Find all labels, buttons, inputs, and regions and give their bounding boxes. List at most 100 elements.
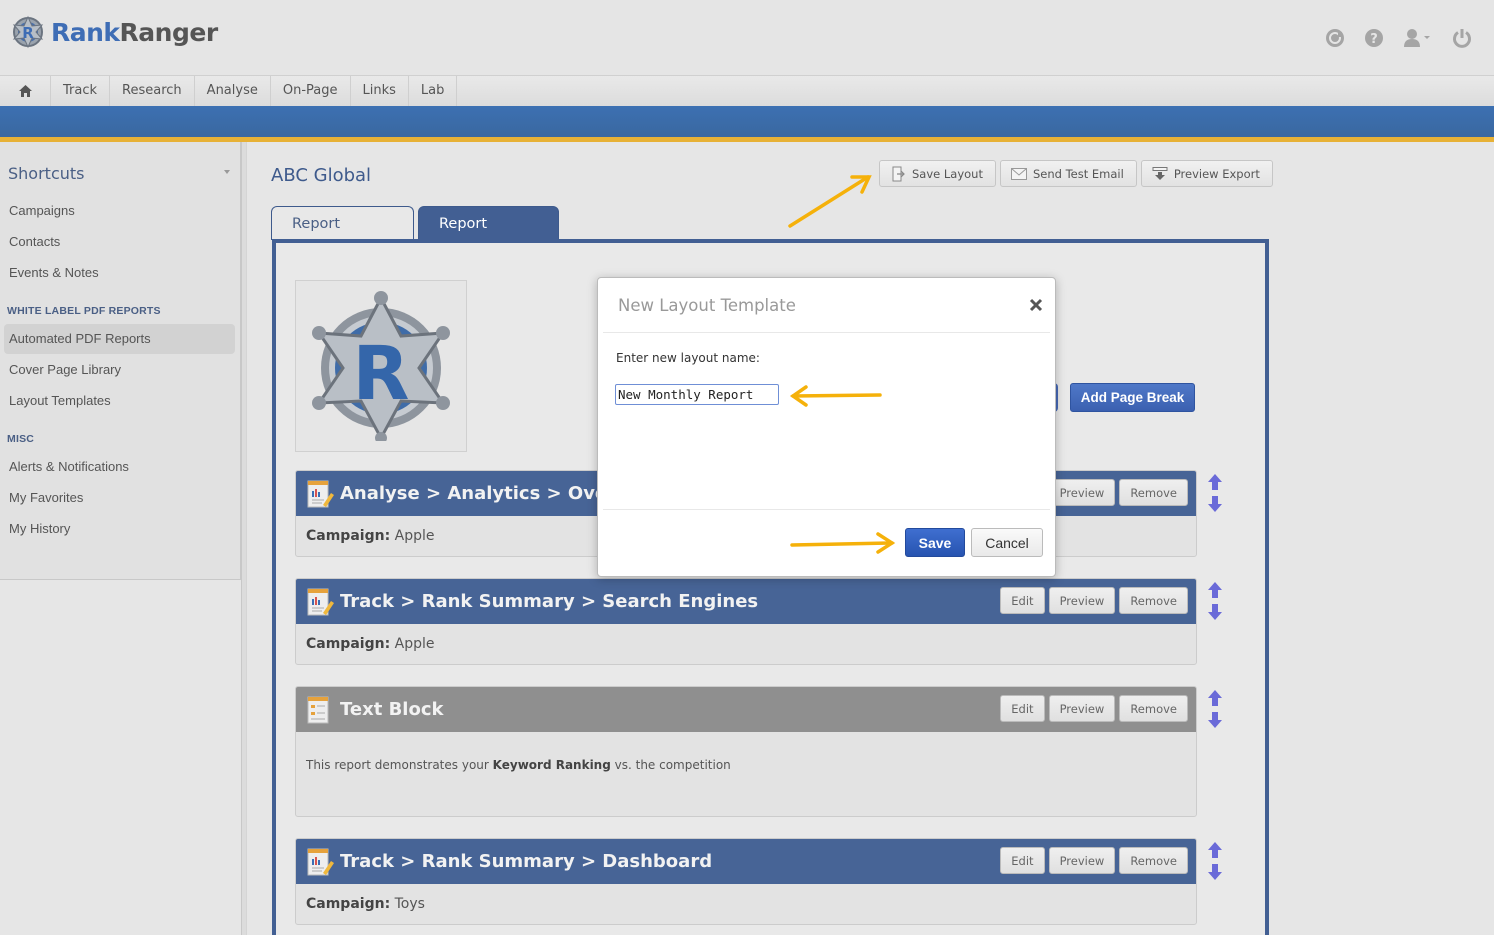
new-layout-template-dialog: New Layout Template Enter new layout nam…: [597, 277, 1056, 577]
block-actions: Edit Preview Remove: [1000, 695, 1188, 722]
report-block: Track > Rank Summary > Dashboard Edit Pr…: [295, 838, 1197, 925]
send-test-email-button[interactable]: Send Test Email: [999, 160, 1137, 187]
edit-button[interactable]: Edit: [1000, 847, 1045, 874]
caret-down-icon[interactable]: [224, 170, 230, 174]
sidebar-section-white-label: WHITE LABEL PDF REPORTS: [7, 305, 161, 317]
dialog-title: New Layout Template: [618, 296, 796, 315]
block-body: Campaign: Toys: [296, 884, 1196, 912]
nav-home[interactable]: [0, 76, 51, 106]
cover-page-thumbnail[interactable]: R: [295, 280, 467, 452]
block-header: Text Block Edit Preview Remove: [296, 687, 1196, 732]
save-button[interactable]: Save: [905, 528, 965, 557]
edit-button[interactable]: Edit: [1000, 587, 1045, 614]
text-document-icon: [307, 696, 329, 723]
block-actions: Preview Remove: [1048, 479, 1188, 506]
move-up-down-icon[interactable]: [1207, 842, 1223, 880]
main-nav: Track Research Analyse On-Page Links Lab: [0, 75, 1494, 106]
nav-on-page[interactable]: On-Page: [271, 76, 351, 106]
campaign-label: Campaign:: [306, 528, 391, 544]
move-up-down-icon[interactable]: [1207, 474, 1223, 512]
refresh-icon[interactable]: [1325, 28, 1345, 48]
sidebar-item-my-favorites[interactable]: My Favorites: [4, 483, 235, 513]
nav-track[interactable]: Track: [51, 76, 111, 106]
campaign-value: Toys: [394, 896, 425, 912]
help-icon[interactable]: ?: [1364, 28, 1384, 48]
power-icon[interactable]: [1452, 28, 1472, 48]
sidebar-item-my-history[interactable]: My History: [4, 514, 235, 544]
preview-button[interactable]: Preview: [1048, 847, 1116, 874]
logo-text-ranger: Ranger: [119, 17, 219, 47]
sidebar-item-contacts[interactable]: Contacts: [4, 227, 235, 257]
sidebar-item-layout-templates[interactable]: Layout Templates: [4, 386, 235, 416]
close-icon[interactable]: [1029, 298, 1043, 312]
campaign-value: Apple: [394, 528, 435, 544]
preview-export-button[interactable]: Preview Export: [1140, 160, 1273, 187]
report-chart-icon: [307, 848, 334, 875]
report-chart-icon: [307, 588, 334, 615]
preview-export-label: Preview Export: [1173, 166, 1260, 181]
block-header: Track > Rank Summary > Search Engines Ed…: [296, 579, 1196, 624]
block-title: Track > Rank Summary > Dashboard: [340, 851, 713, 872]
user-menu-icon[interactable]: [1403, 28, 1433, 48]
text-block-content: This report demonstrates your: [306, 758, 493, 772]
svg-text:R: R: [353, 331, 410, 417]
text-block-bold: Keyword Ranking: [492, 758, 611, 772]
svg-text:?: ?: [1370, 32, 1378, 47]
save-layout-icon: [892, 166, 905, 181]
save-layout-button[interactable]: Save Layout: [879, 160, 996, 187]
arrow-to-save-layout-icon: [788, 175, 872, 228]
sidebar-item-campaigns[interactable]: Campaigns: [4, 196, 235, 226]
nav-research[interactable]: Research: [110, 76, 195, 106]
send-test-email-label: Send Test Email: [1032, 166, 1124, 181]
logo[interactable]: R RankRanger: [10, 14, 218, 50]
remove-button[interactable]: Remove: [1119, 847, 1188, 874]
text-block-content-end: vs. the competition: [610, 758, 731, 772]
save-layout-label: Save Layout: [912, 166, 983, 181]
edit-button[interactable]: Edit: [1000, 695, 1045, 722]
remove-button[interactable]: Remove: [1119, 587, 1188, 614]
sidebar-item-events-notes[interactable]: Events & Notes: [4, 258, 235, 288]
dialog-divider: [603, 332, 1050, 333]
nav-links[interactable]: Links: [351, 76, 409, 106]
block-title: Track > Rank Summary > Search Engines: [340, 591, 759, 612]
sidebar-item-alerts-notifications[interactable]: Alerts & Notifications: [4, 452, 235, 482]
header-icons: ?: [1306, 28, 1472, 48]
home-icon: [18, 85, 32, 97]
block-title: Text Block: [340, 699, 444, 720]
sidebar-section-misc: MISC: [7, 433, 35, 445]
block-body: Campaign: Apple: [296, 624, 1196, 652]
svg-text:R: R: [22, 24, 34, 42]
preview-button[interactable]: Preview: [1048, 695, 1116, 722]
header: R RankRanger ?: [0, 0, 1494, 75]
campaign-label: Campaign:: [306, 636, 391, 652]
layout-name-input[interactable]: [615, 384, 779, 405]
cancel-button[interactable]: Cancel: [971, 528, 1043, 557]
dialog-divider: [603, 509, 1050, 510]
add-page-break-button[interactable]: Add Page Break: [1070, 383, 1195, 412]
sidebar-item-cover-page-library[interactable]: Cover Page Library: [4, 355, 235, 385]
move-up-down-icon[interactable]: [1207, 690, 1223, 728]
preview-button[interactable]: Preview: [1048, 479, 1116, 506]
sidebar-item-automated-pdf-reports[interactable]: Automated PDF Reports: [4, 324, 235, 354]
tab-report-content[interactable]: Report Content: [418, 206, 559, 266]
block-body: This report demonstrates your Keyword Ra…: [296, 732, 1196, 772]
layout-name-label: Enter new layout name:: [616, 351, 760, 365]
remove-button[interactable]: Remove: [1119, 479, 1188, 506]
preview-button[interactable]: Preview: [1048, 587, 1116, 614]
toolbar: Save Layout Send Test Email Preview Expo…: [879, 160, 1273, 187]
block-actions: Edit Preview Remove: [1000, 587, 1188, 614]
report-chart-icon: [307, 480, 334, 507]
nav-lab[interactable]: Lab: [409, 76, 458, 106]
tab-report-details[interactable]: Report Details: [271, 206, 414, 266]
envelope-icon: [1010, 167, 1027, 180]
move-up-down-icon[interactable]: [1207, 582, 1223, 620]
logo-text-rank: Rank: [51, 17, 120, 47]
rankranger-badge-icon: R: [12, 15, 44, 49]
remove-button[interactable]: Remove: [1119, 695, 1188, 722]
nav-analyse[interactable]: Analyse: [195, 76, 271, 106]
sidebar-title[interactable]: Shortcuts: [8, 164, 84, 183]
export-icon: [1152, 166, 1168, 180]
rankranger-star-logo-icon: R: [312, 291, 450, 441]
block-title: Analyse > Analytics > Overvi: [340, 483, 634, 504]
sidebar-resize-handle[interactable]: [241, 142, 247, 935]
